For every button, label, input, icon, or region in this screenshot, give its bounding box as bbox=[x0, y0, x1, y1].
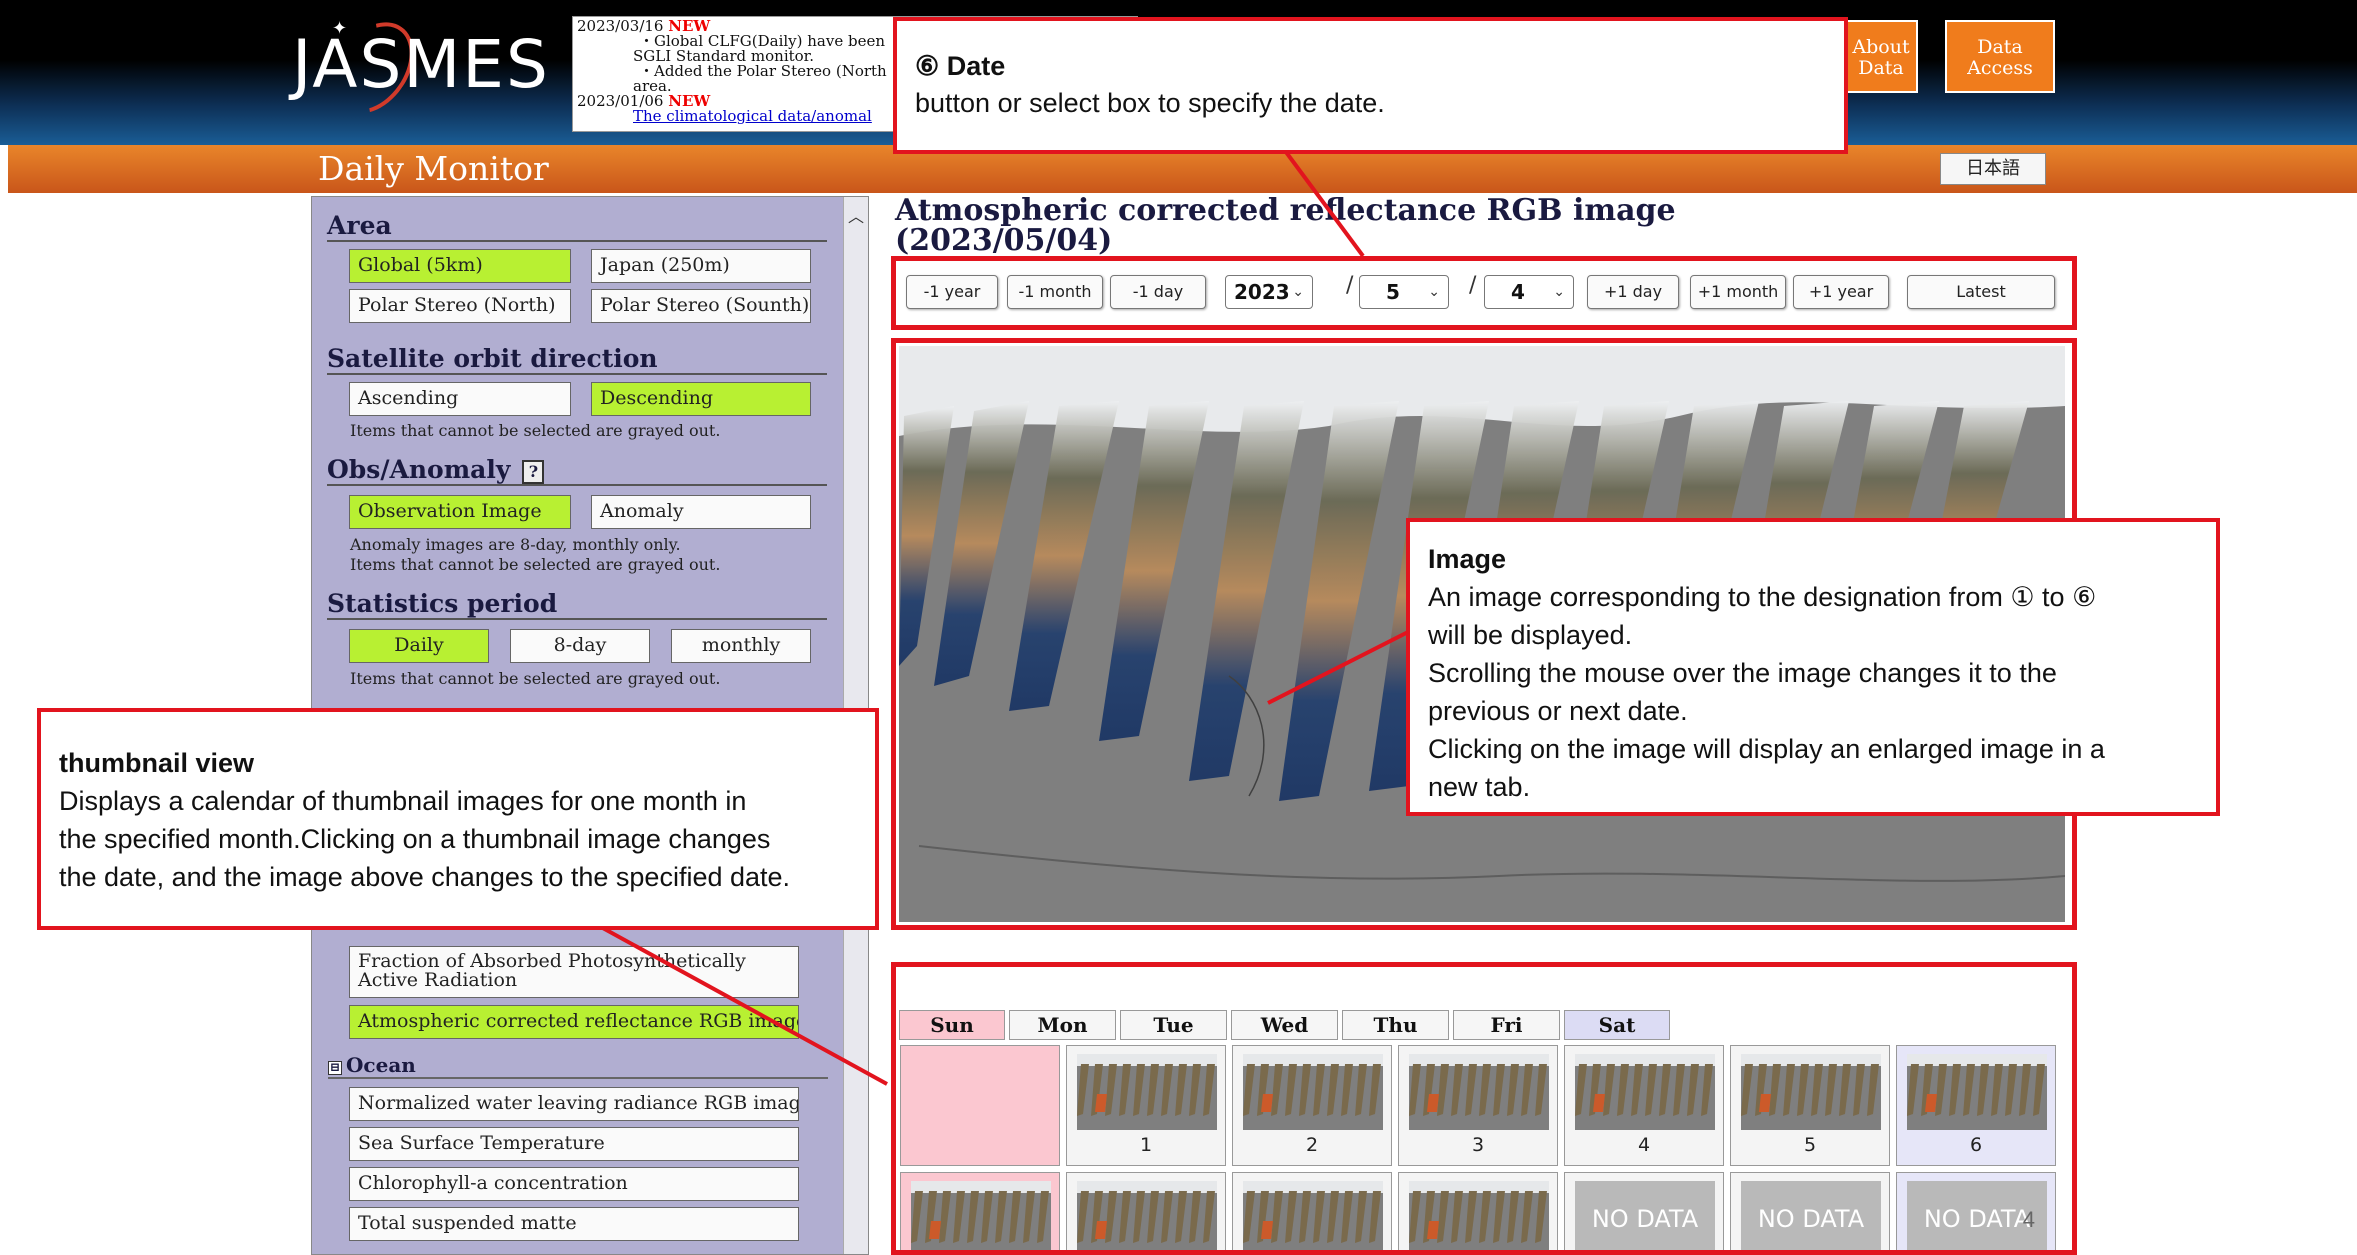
rgb-reflectance-option[interactable]: Atmospheric corrected reflectance RGB im… bbox=[349, 1005, 799, 1039]
language-button[interactable]: 日本語 bbox=[1940, 153, 2046, 185]
fapar-option[interactable]: Fraction of Absorbed Photosynthetically … bbox=[349, 946, 799, 998]
scroll-up-icon[interactable]: ︿ bbox=[848, 203, 864, 227]
help-icon[interactable]: ? bbox=[522, 459, 545, 484]
area-japan-option[interactable]: Japan (250m) bbox=[591, 249, 811, 283]
thumbnail-annotation-title: thumbnail view bbox=[59, 748, 255, 778]
period-heading: Statistics period bbox=[327, 589, 827, 620]
image-title: Atmospheric corrected reflectance RGB im… bbox=[895, 196, 1676, 256]
page-title: Daily Monitor bbox=[318, 149, 549, 188]
thumbnail-annotation-line: the date, and the image above changes to… bbox=[59, 862, 791, 892]
tsm-option[interactable]: Total suspended matte bbox=[349, 1207, 799, 1241]
ascending-option[interactable]: Ascending bbox=[349, 382, 571, 416]
area-heading: Area bbox=[327, 211, 827, 242]
about-data-label: About Data bbox=[1852, 36, 1910, 79]
period-note: Items that cannot be selected are grayed… bbox=[350, 669, 721, 688]
period-daily-option[interactable]: Daily bbox=[349, 629, 489, 663]
area-polar-south-option[interactable]: Polar Stereo (Sounth) bbox=[591, 289, 811, 323]
image-annotation-line: new tab. bbox=[1428, 772, 1531, 802]
area-global-option[interactable]: Global (5km) bbox=[349, 249, 571, 283]
collapse-icon[interactable]: ⊟ bbox=[328, 1061, 342, 1075]
image-title-line1: Atmospheric corrected reflectance RGB im… bbox=[895, 193, 1676, 228]
image-annotation-line: will be displayed. bbox=[1428, 620, 1633, 650]
logo-text: JASMES bbox=[292, 26, 550, 103]
date-annotation: ⑥ Date button or select box to specify t… bbox=[893, 17, 1848, 154]
period-monthly-option[interactable]: monthly bbox=[671, 629, 811, 663]
period-8day-option[interactable]: 8-day bbox=[510, 629, 650, 663]
calendar-highlight-box bbox=[891, 962, 2077, 1255]
about-data-button[interactable]: About Data bbox=[1844, 20, 1918, 93]
thumbnail-annotation-line: the specified month.Clicking on a thumbn… bbox=[59, 824, 771, 854]
observation-image-option[interactable]: Observation Image bbox=[349, 495, 571, 529]
data-access-button[interactable]: Data Access bbox=[1945, 20, 2055, 93]
ocean-category[interactable]: ⊟ Ocean bbox=[328, 1053, 828, 1079]
image-annotation-line: An image corresponding to the designatio… bbox=[1428, 582, 2097, 612]
date-annotation-body: button or select box to specify the date… bbox=[915, 88, 1385, 118]
thumbnail-annotation-line: Displays a calendar of thumbnail images … bbox=[59, 786, 747, 816]
image-annotation-line: Scrolling the mouse over the image chang… bbox=[1428, 658, 2057, 688]
chlorophyll-option[interactable]: Chlorophyll-a concentration bbox=[349, 1167, 799, 1201]
data-access-label: Data Access bbox=[1967, 36, 2033, 79]
image-annotation-title: Image bbox=[1428, 544, 1507, 574]
nwlr-rgb-option[interactable]: Normalized water leaving radiance RGB im… bbox=[349, 1087, 799, 1121]
image-annotation-line: previous or next date. bbox=[1428, 696, 1688, 726]
orbit-heading: Satellite orbit direction bbox=[327, 344, 827, 375]
descending-option[interactable]: Descending bbox=[591, 382, 811, 416]
ocean-heading: Ocean bbox=[346, 1053, 416, 1077]
date-annotation-title: ⑥ Date bbox=[915, 51, 1006, 81]
obs-heading: Obs/Anomaly? bbox=[327, 455, 827, 486]
image-annotation-line: Clicking on the image will display an en… bbox=[1428, 734, 2105, 764]
date-highlight-box bbox=[891, 256, 2077, 330]
obs-note-1: Anomaly images are 8-day, monthly only. bbox=[350, 535, 681, 554]
thumbnail-annotation: thumbnail view Displays a calendar of th… bbox=[37, 708, 879, 930]
image-title-date: (2023/05/04) bbox=[895, 223, 1113, 258]
area-polar-north-option[interactable]: Polar Stereo (North) bbox=[349, 289, 571, 323]
jasmes-logo[interactable]: ✦ JASMES bbox=[292, 6, 548, 130]
obs-heading-text: Obs/Anomaly bbox=[327, 455, 511, 484]
orbit-note: Items that cannot be selected are grayed… bbox=[350, 421, 721, 440]
anomaly-option[interactable]: Anomaly bbox=[591, 495, 811, 529]
image-annotation: Image An image corresponding to the desi… bbox=[1406, 518, 2220, 816]
sst-option[interactable]: Sea Surface Temperature bbox=[349, 1127, 799, 1161]
obs-note-2: Items that cannot be selected are grayed… bbox=[350, 555, 721, 574]
